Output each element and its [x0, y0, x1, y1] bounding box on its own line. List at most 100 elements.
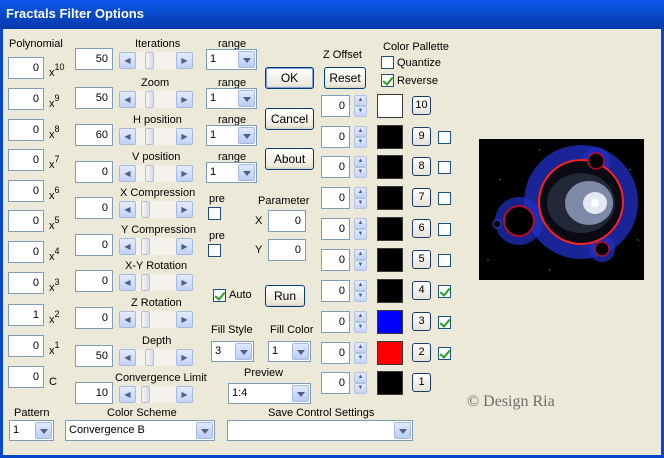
spin-down-icon[interactable]: ▼: [354, 167, 367, 178]
z-offset-input[interactable]: 0: [321, 95, 350, 117]
slider-thumb[interactable]: [140, 201, 150, 218]
pallette-enable-checkbox[interactable]: [438, 254, 451, 267]
chevron-down-icon[interactable]: [292, 385, 309, 402]
z-offset-spinner[interactable]: ▲ ▼: [354, 156, 367, 178]
polynomial-coefficient-input[interactable]: 0: [8, 149, 44, 171]
slider-thumb[interactable]: [140, 386, 150, 403]
fill-style-select[interactable]: 3: [211, 341, 254, 362]
z-offset-spinner[interactable]: ▲ ▼: [354, 126, 367, 148]
z-offset-spinner[interactable]: ▲ ▼: [354, 249, 367, 271]
polynomial-coefficient-input[interactable]: 0: [8, 241, 44, 263]
slider-right-arrow-icon[interactable]: ▶: [176, 91, 193, 108]
spin-up-icon[interactable]: ▲: [354, 95, 367, 106]
polynomial-coefficient-input[interactable]: 0: [8, 88, 44, 110]
spin-down-icon[interactable]: ▼: [354, 322, 367, 333]
slider-right-arrow-icon[interactable]: ▶: [176, 201, 193, 218]
chevron-down-icon[interactable]: [238, 164, 255, 181]
chevron-down-icon[interactable]: [35, 422, 52, 439]
parameter-value-input[interactable]: 0: [75, 270, 113, 292]
parameter-slider[interactable]: ◀ ▶: [119, 128, 193, 145]
spin-up-icon[interactable]: ▲: [354, 311, 367, 322]
spin-down-icon[interactable]: ▼: [354, 198, 367, 209]
chevron-down-icon[interactable]: [238, 51, 255, 68]
parameter-slider[interactable]: ◀ ▶: [119, 349, 193, 366]
pallette-enable-checkbox[interactable]: [438, 161, 451, 174]
slider-thumb[interactable]: [145, 91, 155, 108]
ok-button[interactable]: OK: [265, 67, 314, 89]
spin-up-icon[interactable]: ▲: [354, 126, 367, 137]
z-offset-spinner[interactable]: ▲ ▼: [354, 95, 367, 117]
reverse-checkbox[interactable]: [381, 74, 394, 87]
slider-left-arrow-icon[interactable]: ◀: [119, 311, 136, 328]
pallette-enable-checkbox[interactable]: [438, 223, 451, 236]
spin-up-icon[interactable]: ▲: [354, 372, 367, 383]
pallette-enable-checkbox[interactable]: [438, 285, 451, 298]
color-swatch[interactable]: [377, 371, 403, 395]
pallette-enable-checkbox[interactable]: [438, 131, 451, 144]
spin-down-icon[interactable]: ▼: [354, 229, 367, 240]
spin-down-icon[interactable]: ▼: [354, 260, 367, 271]
pallette-enable-checkbox[interactable]: [438, 347, 451, 360]
z-offset-input[interactable]: 0: [321, 372, 350, 394]
spin-up-icon[interactable]: ▲: [354, 187, 367, 198]
polynomial-coefficient-input[interactable]: 0: [8, 335, 44, 357]
parameter-value-input[interactable]: 0: [75, 234, 113, 256]
chevron-down-icon[interactable]: [394, 422, 411, 439]
slider-right-arrow-icon[interactable]: ▶: [176, 274, 193, 291]
chevron-down-icon[interactable]: [196, 422, 213, 439]
z-offset-input[interactable]: 0: [321, 187, 350, 209]
spin-down-icon[interactable]: ▼: [354, 137, 367, 148]
spin-up-icon[interactable]: ▲: [354, 280, 367, 291]
color-swatch[interactable]: [377, 94, 403, 118]
slider-left-arrow-icon[interactable]: ◀: [119, 52, 136, 69]
cancel-button[interactable]: Cancel: [265, 108, 314, 130]
slider-right-arrow-icon[interactable]: ▶: [176, 52, 193, 69]
z-offset-input[interactable]: 0: [321, 342, 350, 364]
chevron-down-icon[interactable]: [235, 343, 252, 360]
range-select[interactable]: 1: [206, 125, 257, 146]
color-swatch[interactable]: [377, 279, 403, 303]
parameter-value-input[interactable]: 0: [75, 197, 113, 219]
polynomial-coefficient-input[interactable]: 1: [8, 304, 44, 326]
z-offset-input[interactable]: 0: [321, 126, 350, 148]
parameter-slider[interactable]: ◀ ▶: [119, 201, 193, 218]
z-offset-spinner[interactable]: ▲ ▼: [354, 280, 367, 302]
z-offset-spinner[interactable]: ▲ ▼: [354, 372, 367, 394]
chevron-down-icon[interactable]: [238, 90, 255, 107]
color-swatch[interactable]: [377, 310, 403, 334]
parameter-value-input[interactable]: 0: [75, 161, 113, 183]
slider-left-arrow-icon[interactable]: ◀: [119, 201, 136, 218]
color-swatch[interactable]: [377, 341, 403, 365]
chevron-down-icon[interactable]: [292, 343, 309, 360]
slider-left-arrow-icon[interactable]: ◀: [119, 274, 136, 291]
slider-left-arrow-icon[interactable]: ◀: [119, 91, 136, 108]
polynomial-coefficient-input[interactable]: 0: [8, 180, 44, 202]
color-swatch[interactable]: [377, 155, 403, 179]
slider-right-arrow-icon[interactable]: ▶: [176, 311, 193, 328]
parameter-slider[interactable]: ◀ ▶: [119, 91, 193, 108]
slider-right-arrow-icon[interactable]: ▶: [176, 238, 193, 255]
range-select[interactable]: 1: [206, 162, 257, 183]
about-button[interactable]: About: [265, 148, 314, 170]
parameter-x-input[interactable]: 0: [268, 210, 306, 232]
slider-thumb[interactable]: [145, 165, 155, 182]
parameter-value-input[interactable]: 50: [75, 345, 113, 367]
parameter-y-input[interactable]: 0: [268, 239, 306, 261]
color-swatch[interactable]: [377, 248, 403, 272]
z-offset-spinner[interactable]: ▲ ▼: [354, 342, 367, 364]
color-swatch[interactable]: [377, 125, 403, 149]
parameter-value-input[interactable]: 50: [75, 87, 113, 109]
spin-up-icon[interactable]: ▲: [354, 218, 367, 229]
slider-right-arrow-icon[interactable]: ▶: [176, 349, 193, 366]
parameter-value-input[interactable]: 50: [75, 48, 113, 70]
slider-right-arrow-icon[interactable]: ▶: [176, 165, 193, 182]
slider-left-arrow-icon[interactable]: ◀: [119, 128, 136, 145]
parameter-slider[interactable]: ◀ ▶: [119, 238, 193, 255]
slider-thumb[interactable]: [145, 349, 155, 366]
parameter-value-input[interactable]: 0: [75, 307, 113, 329]
fill-color-select[interactable]: 1: [268, 341, 311, 362]
slider-thumb[interactable]: [140, 311, 150, 328]
color-scheme-select[interactable]: Convergence B: [65, 420, 215, 441]
color-swatch[interactable]: [377, 217, 403, 241]
z-offset-input[interactable]: 0: [321, 156, 350, 178]
